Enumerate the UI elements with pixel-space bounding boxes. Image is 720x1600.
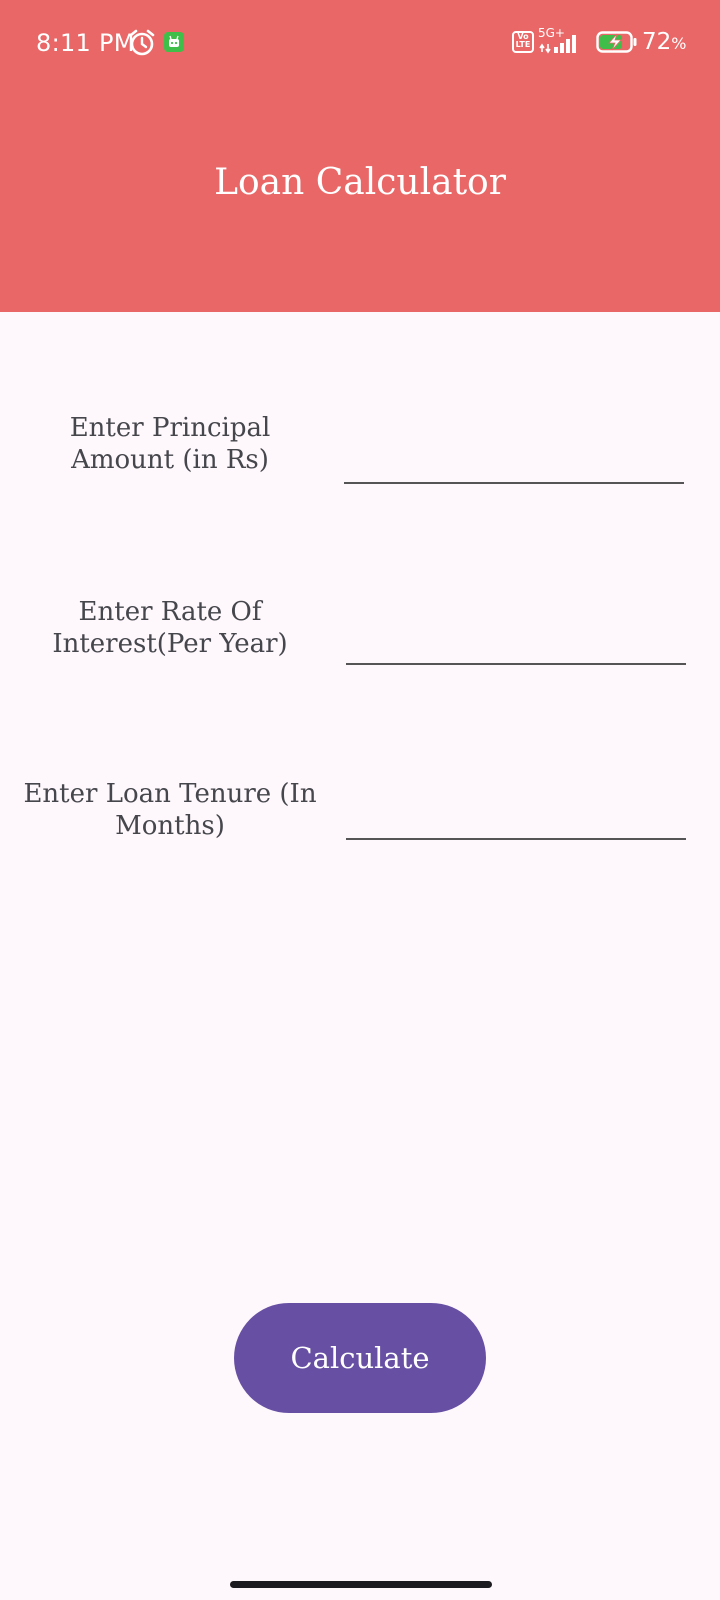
- status-bar: 8:11 PM Vo LTE 5G+ 72%: [0, 0, 720, 88]
- loan-tenure-label: Enter Loan Tenure (In Months): [20, 778, 320, 842]
- interest-rate-input[interactable]: [346, 625, 686, 665]
- page-title: Loan Calculator: [214, 162, 506, 203]
- app-notification-icon: [164, 32, 184, 52]
- interest-rate-label: Enter Rate Of Interest(Per Year): [20, 596, 320, 660]
- principal-amount-input[interactable]: [344, 444, 684, 484]
- alarm-icon: [129, 29, 155, 56]
- volte-bottom-text: LTE: [515, 40, 531, 49]
- loan-tenure-label-line1: Enter Loan Tenure (In: [23, 779, 317, 809]
- principal-label-line2: Amount (in Rs): [71, 445, 269, 475]
- calculate-button[interactable]: Calculate: [234, 1303, 486, 1413]
- principal-label: Enter Principal Amount (in Rs): [20, 412, 320, 476]
- volte-icon: Vo LTE: [512, 31, 534, 53]
- home-indicator[interactable]: [230, 1581, 492, 1588]
- battery-percent-value: 72: [642, 29, 672, 55]
- battery-level: 72%: [642, 29, 686, 55]
- app-header: 8:11 PM Vo LTE 5G+ 72% Loan Calculator: [0, 0, 720, 312]
- signal-icon: [539, 35, 576, 54]
- battery-charging-icon: [596, 31, 637, 53]
- status-time: 8:11 PM: [36, 29, 135, 57]
- loan-tenure-input[interactable]: [346, 800, 686, 840]
- loan-tenure-label-line2: Months): [115, 811, 225, 841]
- interest-rate-label-line1: Enter Rate Of: [78, 597, 262, 627]
- interest-rate-label-line2: Interest(Per Year): [52, 629, 288, 659]
- battery-percent-unit: %: [671, 34, 687, 53]
- principal-label-line1: Enter Principal: [69, 413, 271, 443]
